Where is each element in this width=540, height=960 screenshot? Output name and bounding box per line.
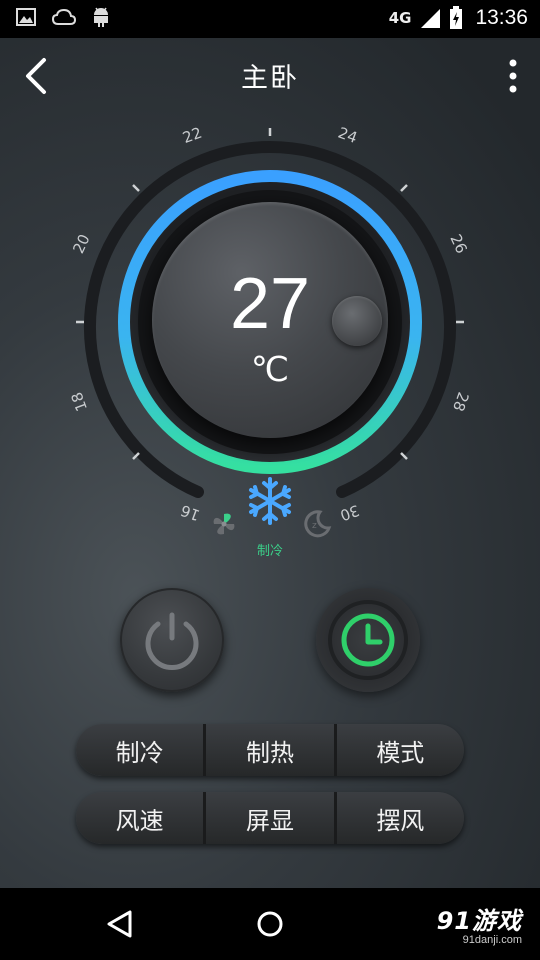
status-bar: 4G 13:36 [0, 0, 540, 38]
scale-label-24: 24 [336, 124, 360, 147]
control-buttons: 制冷 制热 模式 风速 屏显 摆风 [76, 724, 464, 860]
scale-label-20: 20 [69, 231, 93, 256]
temperature-dial[interactable]: 16 18 20 22 24 26 28 30 27 ℃ z 制冷 [0, 110, 540, 570]
button-row-1: 制冷 制热 模式 [76, 724, 464, 776]
power-icon [145, 612, 199, 670]
snowflake-icon [249, 477, 291, 525]
nav-back-icon[interactable] [104, 908, 136, 940]
fan-icon [213, 513, 235, 535]
clock-icon [328, 600, 408, 680]
watermark-sub: 91danji.com [462, 934, 522, 946]
knob-handle[interactable] [332, 296, 382, 346]
sleep-moon-icon: z [304, 510, 332, 538]
app-bar: 主卧 [0, 38, 540, 110]
scale-label-28: 28 [449, 390, 472, 414]
scale-label-18: 18 [68, 390, 91, 414]
display-button[interactable]: 屏显 [206, 792, 337, 844]
navigation-bar: 91游戏 91danji.com [0, 888, 540, 960]
more-vertical-icon[interactable] [506, 58, 520, 94]
watermark-main: 91游戏 [436, 907, 522, 935]
scale-label-22: 22 [180, 124, 204, 147]
nav-home-icon[interactable] [254, 908, 286, 940]
power-button[interactable] [120, 588, 224, 692]
svg-text:z: z [312, 521, 317, 531]
cool-button[interactable]: 制冷 [76, 724, 207, 776]
clock: 13:36 [475, 6, 528, 29]
android-icon [94, 7, 108, 27]
status-bar-system: 4G 13:36 [389, 6, 528, 30]
screen: 4G 13:36 主卧 16 18 20 22 24 26 28 30 27 ℃… [0, 0, 540, 960]
swing-button[interactable]: 摆风 [336, 792, 464, 844]
watermark: 91游戏 91danji.com [437, 908, 522, 946]
image-icon [16, 8, 36, 26]
network-type: 4G [388, 9, 412, 27]
heat-button[interactable]: 制热 [206, 724, 337, 776]
temperature-unit: ℃ [250, 351, 290, 389]
signal-icon [421, 9, 441, 28]
status-bar-notifications [16, 6, 110, 28]
fan-speed-button[interactable]: 风速 [76, 792, 207, 844]
timer-button[interactable] [316, 588, 420, 692]
mode-label: 制冷 [256, 544, 283, 559]
temperature-knob[interactable]: 27 ℃ [152, 202, 388, 438]
cloud-icon [52, 8, 76, 25]
button-row-2: 风速 屏显 摆风 [76, 792, 464, 844]
scale-label-26: 26 [446, 231, 470, 256]
page-title: 主卧 [241, 63, 299, 94]
mode-button[interactable]: 模式 [336, 724, 464, 776]
battery-charging-icon [450, 6, 463, 29]
